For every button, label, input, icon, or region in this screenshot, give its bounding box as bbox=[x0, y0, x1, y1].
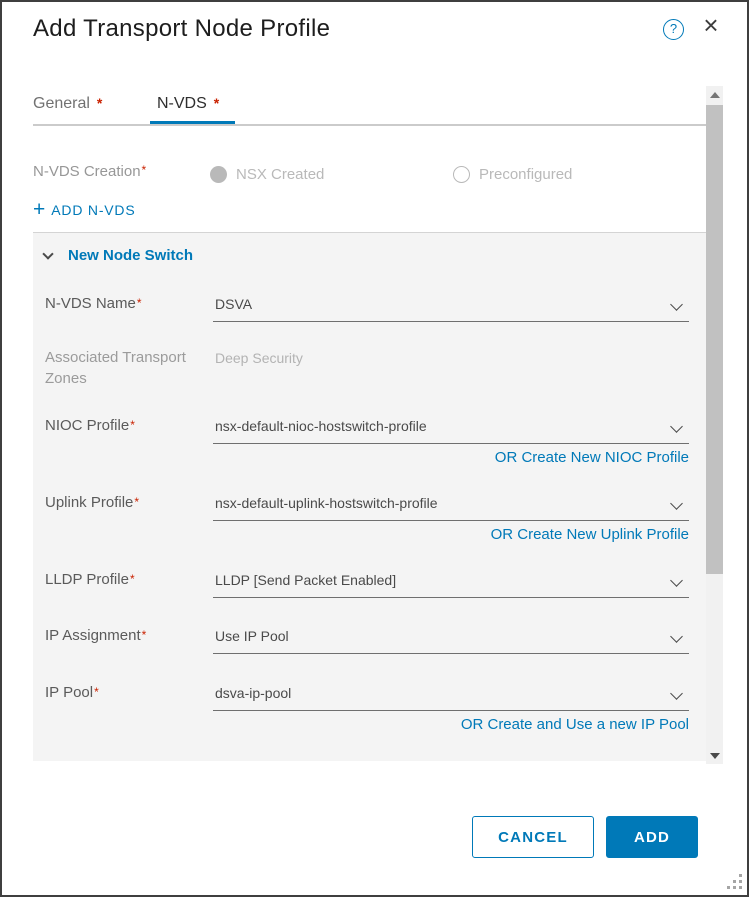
tab-nvds[interactable]: N-VDS * bbox=[157, 95, 219, 113]
chevron-down-icon bbox=[670, 420, 683, 433]
chevron-down-icon bbox=[670, 497, 683, 510]
chevron-down-icon bbox=[670, 298, 683, 311]
create-new-ip-pool-link[interactable]: OR Create and Use a new IP Pool bbox=[213, 716, 689, 733]
nvds-name-label: N-VDS Name* bbox=[45, 293, 203, 314]
vertical-scrollbar[interactable] bbox=[706, 86, 723, 764]
plus-icon: + bbox=[33, 200, 45, 220]
scrollbar-thumb[interactable] bbox=[706, 105, 723, 574]
close-icon[interactable]: × bbox=[698, 10, 724, 40]
chevron-down-icon bbox=[670, 574, 683, 587]
chevron-down-icon bbox=[670, 687, 683, 700]
tab-nvds-required-marker: * bbox=[214, 95, 219, 111]
help-icon[interactable]: ? bbox=[663, 19, 684, 40]
new-node-switch-header[interactable]: New Node Switch bbox=[42, 247, 193, 264]
create-new-nioc-profile-link[interactable]: OR Create New NIOC Profile bbox=[213, 449, 689, 466]
resize-grip[interactable] bbox=[726, 874, 742, 890]
add-button[interactable]: ADD bbox=[606, 816, 698, 858]
nioc-profile-label: NIOC Profile* bbox=[45, 415, 203, 436]
radio-nsx-created-label: NSX Created bbox=[236, 166, 324, 183]
cancel-button[interactable]: CANCEL bbox=[472, 816, 594, 858]
required-marker: * bbox=[130, 572, 135, 586]
associated-transport-zones-value: Deep Security bbox=[215, 350, 303, 366]
triangle-down-icon bbox=[710, 753, 720, 759]
uplink-profile-dropdown[interactable]: nsx-default-uplink-hostswitch-profile bbox=[213, 492, 689, 521]
add-transport-node-profile-dialog: Add Transport Node Profile ? × General* … bbox=[0, 0, 749, 897]
required-marker: * bbox=[134, 495, 139, 509]
ip-pool-value: dsva-ip-pool bbox=[215, 685, 291, 701]
required-marker: * bbox=[130, 418, 135, 432]
ip-assignment-value: Use IP Pool bbox=[215, 628, 289, 644]
nioc-profile-dropdown[interactable]: nsx-default-nioc-hostswitch-profile bbox=[213, 415, 689, 444]
add-nvds-label: ADD N-VDS bbox=[51, 202, 135, 218]
radio-selected-icon bbox=[210, 166, 227, 183]
new-node-switch-panel: New Node Switch N-VDS Name* DSVA Associa… bbox=[33, 232, 706, 761]
nvds-name-dropdown[interactable]: DSVA bbox=[213, 293, 689, 322]
lldp-profile-label: LLDP Profile* bbox=[45, 569, 203, 590]
nioc-profile-value: nsx-default-nioc-hostswitch-profile bbox=[215, 418, 427, 434]
required-marker: * bbox=[142, 628, 147, 642]
radio-preconfigured: Preconfigured bbox=[453, 166, 572, 183]
tab-general-required-marker: * bbox=[97, 95, 102, 111]
tab-general-label: General bbox=[33, 95, 90, 112]
nvds-creation-required-marker: * bbox=[142, 163, 147, 177]
lldp-profile-value: LLDP [Send Packet Enabled] bbox=[215, 572, 396, 588]
nvds-name-value: DSVA bbox=[215, 296, 252, 312]
radio-preconfigured-label: Preconfigured bbox=[479, 166, 572, 183]
tab-general[interactable]: General * bbox=[33, 95, 102, 113]
add-nvds-link[interactable]: + ADD N-VDS bbox=[33, 200, 135, 220]
dialog-title: Add Transport Node Profile bbox=[33, 15, 330, 43]
scroll-up-button[interactable] bbox=[706, 86, 723, 103]
nvds-creation-label: N-VDS Creation* bbox=[33, 163, 146, 180]
lldp-profile-dropdown[interactable]: LLDP [Send Packet Enabled] bbox=[213, 569, 689, 598]
scroll-down-button[interactable] bbox=[706, 747, 723, 764]
ip-pool-label: IP Pool* bbox=[45, 682, 203, 703]
radio-nsx-created: NSX Created bbox=[210, 166, 324, 183]
triangle-up-icon bbox=[710, 92, 720, 98]
chevron-down-icon bbox=[670, 630, 683, 643]
radio-unselected-icon bbox=[453, 166, 470, 183]
ip-pool-dropdown[interactable]: dsva-ip-pool bbox=[213, 682, 689, 711]
associated-transport-zones-field: Deep Security bbox=[213, 347, 689, 376]
required-marker: * bbox=[94, 685, 99, 699]
new-node-switch-title: New Node Switch bbox=[68, 247, 193, 264]
tab-nvds-label: N-VDS bbox=[157, 95, 207, 112]
required-marker: * bbox=[137, 296, 142, 310]
ip-assignment-dropdown[interactable]: Use IP Pool bbox=[213, 625, 689, 654]
create-new-uplink-profile-link[interactable]: OR Create New Uplink Profile bbox=[213, 526, 689, 543]
tab-divider bbox=[33, 124, 706, 126]
uplink-profile-label: Uplink Profile* bbox=[45, 492, 203, 513]
associated-transport-zones-label: Associated Transport Zones bbox=[45, 347, 203, 389]
ip-assignment-label: IP Assignment* bbox=[45, 625, 203, 646]
uplink-profile-value: nsx-default-uplink-hostswitch-profile bbox=[215, 495, 438, 511]
chevron-down-icon bbox=[42, 248, 53, 259]
